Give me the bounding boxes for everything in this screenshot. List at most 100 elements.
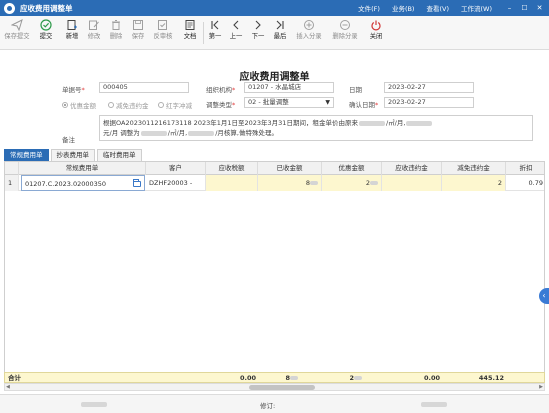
col-header-tax[interactable]: 应收税额 <box>206 162 258 175</box>
maximize-button[interactable]: ☐ <box>519 4 530 12</box>
save-button[interactable]: 保存 <box>128 18 148 48</box>
received-cell[interactable]: 8 <box>258 175 322 191</box>
col-header-penalty[interactable]: 应收违约金 <box>382 162 442 175</box>
doc-no-input[interactable]: 000405 <box>99 82 189 93</box>
menu-workflow[interactable]: 工作流(W) <box>461 3 492 13</box>
radio-red-offset[interactable]: 红字冲减 <box>158 100 192 110</box>
totals-row: 合计 0.00 8 2 0.00 445.12 <box>4 372 545 383</box>
redacted-value <box>421 401 447 407</box>
date-input[interactable]: 2023-02-27 <box>384 82 474 93</box>
redacted-value <box>406 120 433 126</box>
unapprove-icon <box>157 18 169 32</box>
table-row[interactable]: 1 01207.C.2023.02000350 DZHF20003 - 8 2 … <box>5 175 544 191</box>
col-header-customer[interactable]: 客户 <box>146 162 206 175</box>
menu-view[interactable]: 查看(V) <box>426 3 449 13</box>
adjust-type-label: 调整类型* <box>206 101 236 109</box>
date-label: 日期 <box>349 86 362 94</box>
customer-cell[interactable]: DZHF20003 - <box>146 175 206 191</box>
new-button[interactable]: 新增 <box>62 18 82 48</box>
total-penalty: 0.00 <box>423 374 440 382</box>
org-label: 组织机构* <box>206 86 236 94</box>
total-waived: 445.12 <box>478 374 504 382</box>
submit-button[interactable]: 提交 <box>36 18 56 48</box>
col-header-rate[interactable]: 折扣 <box>506 162 544 175</box>
next-button[interactable]: 下一 <box>248 18 268 48</box>
menu-file[interactable]: 文件(F) <box>358 3 380 13</box>
menu-business[interactable]: 业务(B) <box>392 3 415 13</box>
creator-value <box>80 400 108 408</box>
scroll-left-icon[interactable]: ◀ <box>6 384 10 391</box>
redacted-value <box>358 120 385 126</box>
entry-grid: 常规费用单 客户 应收税额 已收金额 优惠金额 应收违约金 减免违约金 折扣 1… <box>4 161 545 383</box>
prev-button[interactable]: 上一 <box>226 18 246 48</box>
total-discount: 2 <box>322 373 362 383</box>
next-icon <box>252 18 264 32</box>
bill-cell[interactable]: 01207.C.2023.02000350 <box>21 175 145 191</box>
insert-entry-button[interactable]: 插入分录 <box>294 18 324 48</box>
remark-textarea[interactable]: 根据OA2023011216173118 2023年1月1日至2023年3月31… <box>99 115 533 141</box>
side-panel-toggle[interactable]: ‹ <box>539 288 549 304</box>
app-logo-icon <box>4 2 15 14</box>
tab-meter-fee[interactable]: 抄表费用单 <box>50 149 95 161</box>
last-button[interactable]: 最后 <box>270 18 290 48</box>
prev-icon <box>230 18 242 32</box>
col-header-received[interactable]: 已收金额 <box>258 162 322 175</box>
delete-row-icon <box>339 18 351 32</box>
discount-cell[interactable]: 2 <box>322 175 382 191</box>
radio-waive-penalty[interactable]: 减免违约金 <box>108 100 149 110</box>
toolbar: 保存提交 提交 新增 修改 删除 保存 反审核 文档 第一 上一 下一 最后 插… <box>0 16 549 50</box>
row-number-header <box>5 162 19 175</box>
penalty-cell[interactable] <box>382 175 442 191</box>
status-bar: 修订: <box>0 394 549 413</box>
col-header-waived[interactable]: 减免违约金 <box>442 162 506 175</box>
close-button[interactable]: 关闭 <box>366 18 386 48</box>
insert-row-icon <box>303 18 315 32</box>
modify-button[interactable]: 修改 <box>84 18 104 48</box>
confirm-date-label: 确认日期* <box>349 101 379 109</box>
file-button[interactable]: 文档 <box>180 18 200 48</box>
check-circle-icon <box>40 18 52 32</box>
tax-cell[interactable] <box>206 175 258 191</box>
remark-label: 备注 <box>62 136 75 144</box>
modifier-label: 修订: <box>260 402 276 410</box>
document-icon <box>184 18 196 32</box>
minimize-button[interactable]: – <box>504 4 515 12</box>
delete-entry-button[interactable]: 删除分录 <box>330 18 360 48</box>
totals-label: 合计 <box>8 374 21 382</box>
rate-cell[interactable]: 0.79 <box>506 175 544 191</box>
horizontal-scrollbar[interactable]: ◀ ▶ <box>4 383 545 391</box>
unapprove-button[interactable]: 反审核 <box>150 18 176 48</box>
close-window-button[interactable]: ✕ <box>534 4 545 12</box>
redacted-value <box>290 376 298 380</box>
redacted-value <box>354 376 362 380</box>
first-icon <box>209 18 221 32</box>
modifier-value <box>420 400 448 408</box>
send-icon <box>11 18 23 32</box>
save-icon <box>132 18 144 32</box>
col-header-bill[interactable]: 常规费用单 <box>19 162 146 175</box>
scroll-thumb[interactable] <box>249 385 315 390</box>
radio-discount-amount[interactable]: 优惠金额 <box>62 100 96 110</box>
tab-temporary-fee[interactable]: 临时费用单 <box>97 149 142 161</box>
doc-no-label: 单据号* <box>62 86 85 94</box>
tab-regular-fee[interactable]: 常规费用单 <box>4 149 49 161</box>
window-titlebar: 应收费用调整单 文件(F) 业务(B) 查看(V) 工作流(W) – ☐ ✕ <box>0 0 549 16</box>
waived-cell[interactable]: 2 <box>442 175 506 191</box>
trash-icon <box>110 18 122 32</box>
total-received: 8 <box>258 373 298 383</box>
redacted-value <box>188 130 215 136</box>
confirm-date-input[interactable]: 2023-02-27 <box>384 97 474 108</box>
last-icon <box>274 18 286 32</box>
entry-tabs: 常规费用单 抄表费用单 临时费用单 <box>4 149 144 161</box>
window-title: 应收费用调整单 <box>20 3 73 13</box>
save-submit-button[interactable]: 保存提交 <box>4 18 30 48</box>
adjust-type-select[interactable]: 02 - 批量调整 ▼ <box>244 97 334 108</box>
delete-button[interactable]: 删除 <box>106 18 126 48</box>
toolbar-separator <box>203 22 204 44</box>
folder-icon[interactable] <box>133 179 141 187</box>
scroll-right-icon[interactable]: ▶ <box>539 384 543 391</box>
org-input[interactable]: 01207 - 水晶城店 <box>244 82 334 93</box>
first-button[interactable]: 第一 <box>205 18 225 48</box>
col-header-discount[interactable]: 优惠金额 <box>322 162 382 175</box>
dropdown-caret-icon: ▼ <box>325 99 330 106</box>
